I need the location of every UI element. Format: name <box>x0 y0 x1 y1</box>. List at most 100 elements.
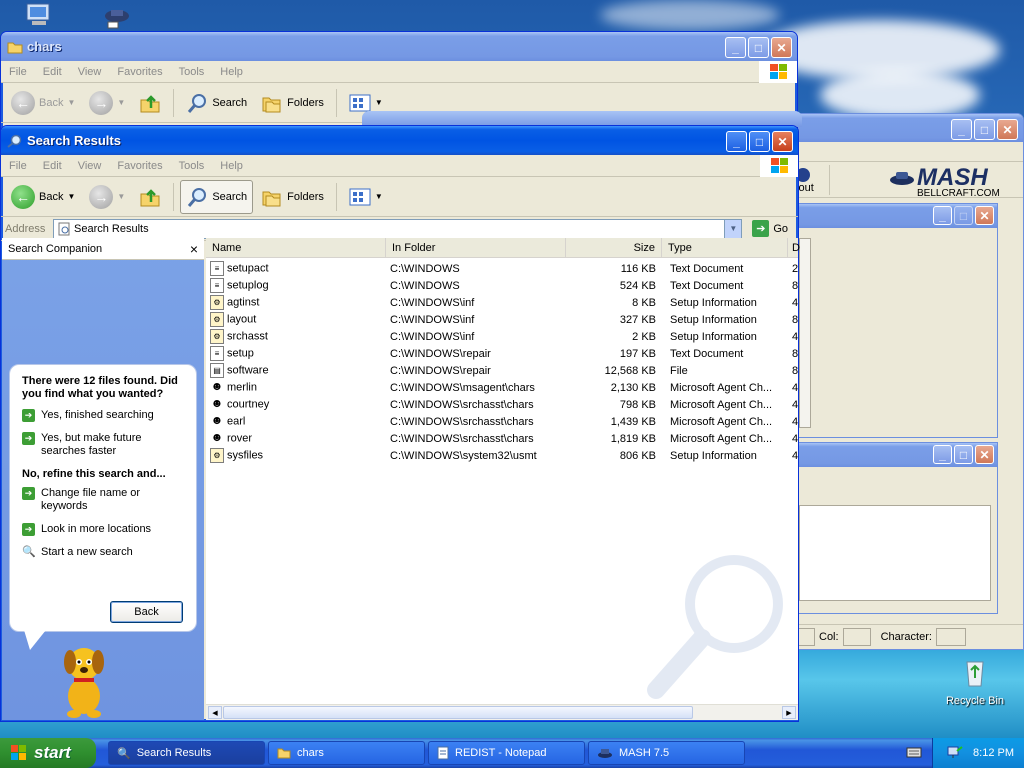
column-size[interactable]: Size <box>566 238 662 257</box>
child2-minimize-button[interactable]: _ <box>933 445 952 464</box>
address-dropdown-chevron-icon[interactable]: ▼ <box>724 219 742 238</box>
mash-child-window-1[interactable]: _ □ ✕ <box>798 203 998 438</box>
cell-type: Text Document <box>670 347 744 360</box>
horizontal-scrollbar[interactable]: ◀ ▶ <box>206 704 798 720</box>
table-row[interactable]: ⚙ sysfiles C:\WINDOWS\system32\usmt 806 KB S… <box>206 447 798 464</box>
menu-file[interactable]: File <box>1 160 35 172</box>
taskbar-search-results[interactable]: 🔍 Search Results <box>108 741 265 765</box>
chars-folders-button[interactable]: Folders <box>255 86 330 120</box>
child2-text-area[interactable] <box>799 505 991 601</box>
column-name[interactable]: Name <box>206 238 386 257</box>
views-button[interactable]: ▼ <box>343 180 389 214</box>
network-tray-icon[interactable] <box>947 745 963 762</box>
network-desktop-icon[interactable] <box>100 6 134 32</box>
table-row[interactable]: ⚙ layout C:\WINDOWS\inf 327 KB Setup Informa… <box>206 311 798 328</box>
address-input[interactable]: Search Results ▼ <box>53 218 743 239</box>
table-row[interactable]: ≡ setupact C:\WINDOWS 116 KB Text Document 2 <box>206 260 798 277</box>
chars-up-button[interactable] <box>133 86 167 120</box>
menu-favorites[interactable]: Favorites <box>109 160 170 172</box>
scroll-left-icon[interactable]: ◀ <box>208 706 222 719</box>
table-row[interactable]: ☻ courtney C:\WINDOWS\srchasst\chars 798 KB… <box>206 396 798 413</box>
chars-menu-file[interactable]: File <box>1 66 35 78</box>
option-change-file-name[interactable]: ➔ Change file name or keywords <box>22 487 184 513</box>
table-row[interactable]: ⚙ agtinst C:\WINDOWS\inf 8 KB Setup Informat… <box>206 294 798 311</box>
taskbar-chars[interactable]: chars <box>268 741 425 765</box>
my-computer-desktop-icon[interactable] <box>22 2 56 30</box>
keyboard-icon[interactable] <box>906 746 922 761</box>
search-maximize-button[interactable]: □ <box>749 131 770 152</box>
cell-date: 8 <box>792 364 798 377</box>
chars-menu-help[interactable]: Help <box>212 66 251 78</box>
recycle-bin-desktop-icon[interactable]: Recycle Bin <box>940 656 1010 712</box>
table-row[interactable]: ☻ rover C:\WINDOWS\srchasst\chars 1,819 KB M… <box>206 430 798 447</box>
folders-button[interactable]: Folders <box>255 180 330 214</box>
chars-close-button[interactable]: ✕ <box>771 37 792 58</box>
search-close-button[interactable]: ✕ <box>772 131 793 152</box>
chars-back-button[interactable]: ← Back ▼ <box>5 86 81 120</box>
table-row[interactable]: ≡ setup C:\WINDOWS\repair 197 KB Text Docume… <box>206 345 798 362</box>
mash-child-window-2[interactable]: _ □ ✕ <box>798 442 998 614</box>
chars-forward-button[interactable]: → ▼ <box>83 86 131 120</box>
option-new-search[interactable]: 🔍 Start a new search <box>22 546 184 559</box>
chars-search-button[interactable]: Search <box>180 86 253 120</box>
up-button[interactable] <box>133 180 167 214</box>
child1-maximize-button[interactable]: □ <box>954 206 973 225</box>
back-button[interactable]: ← Back ▼ <box>5 180 81 214</box>
scroll-right-icon[interactable]: ▶ <box>782 706 796 719</box>
search-companion-close-button[interactable]: × <box>190 241 198 257</box>
table-row[interactable]: ☻ merlin C:\WINDOWS\msagent\chars 2,130 KB M… <box>206 379 798 396</box>
cell-size: 798 KB <box>619 398 656 411</box>
cell-size: 1,439 KB <box>610 415 656 428</box>
child1-close-button[interactable]: ✕ <box>975 206 994 225</box>
column-date[interactable]: D <box>788 238 800 257</box>
taskbar-mash[interactable]: MASH 7.5 <box>588 741 745 765</box>
cell-folder: C:\WINDOWS\msagent\chars <box>390 381 535 394</box>
option-more-locations[interactable]: ➔ Look in more locations <box>22 523 184 536</box>
mash-minimize-button[interactable]: _ <box>951 119 972 140</box>
setup-file-icon: ⚙ <box>210 448 224 463</box>
start-button[interactable]: start <box>0 738 96 768</box>
menu-tools[interactable]: Tools <box>171 160 213 172</box>
setup-file-icon: ⚙ <box>210 295 224 310</box>
search-results-titlebar[interactable]: Search Results _ □ ✕ <box>1 126 798 155</box>
cell-date: 8 <box>792 279 798 292</box>
chars-maximize-button[interactable]: □ <box>748 37 769 58</box>
chars-menu-edit[interactable]: Edit <box>35 66 70 78</box>
forward-button[interactable]: → ▼ <box>83 180 131 214</box>
cell-date: 4 <box>792 398 798 411</box>
chars-minimize-button[interactable]: _ <box>725 37 746 58</box>
companion-back-button[interactable]: Back <box>110 601 183 623</box>
child2-close-button[interactable]: ✕ <box>975 445 994 464</box>
table-row[interactable]: ⚙ srchasst C:\WINDOWS\inf 2 KB Setup Informa… <box>206 328 798 345</box>
clock[interactable]: 8:12 PM <box>973 747 1014 759</box>
cell-folder: C:\WINDOWS\srchasst\chars <box>390 432 534 445</box>
chars-titlebar[interactable]: chars _ □ ✕ <box>1 32 797 61</box>
search-minimize-button[interactable]: _ <box>726 131 747 152</box>
address-label: Address <box>5 222 46 235</box>
go-button[interactable]: ➔ Go <box>746 220 794 237</box>
search-button[interactable]: Search <box>180 179 254 214</box>
menu-view[interactable]: View <box>70 160 110 172</box>
taskbar-notepad[interactable]: REDIST - Notepad <box>428 741 585 765</box>
cell-folder: C:\WINDOWS\srchasst\chars <box>390 415 534 428</box>
option-faster-searches[interactable]: ➔ Yes, but make future searches faster <box>22 432 184 458</box>
child1-minimize-button[interactable]: _ <box>933 206 952 225</box>
mash-close-button[interactable]: ✕ <box>997 119 1018 140</box>
table-row[interactable]: ☻ earl C:\WINDOWS\srchasst\chars 1,439 KB Mi… <box>206 413 798 430</box>
menu-help[interactable]: Help <box>212 160 251 172</box>
column-type[interactable]: Type <box>662 238 788 257</box>
chars-menu-view[interactable]: View <box>70 66 110 78</box>
mash-maximize-button[interactable]: □ <box>974 119 995 140</box>
chars-menu-tools[interactable]: Tools <box>171 66 213 78</box>
menu-edit[interactable]: Edit <box>35 160 70 172</box>
child2-maximize-button[interactable]: □ <box>954 445 973 464</box>
scroll-thumb[interactable] <box>223 706 693 719</box>
chars-menu-favorites[interactable]: Favorites <box>109 66 170 78</box>
option-finished-searching[interactable]: ➔ Yes, finished searching <box>22 409 184 422</box>
mash-titlebar[interactable]: _ □ ✕ <box>781 114 1023 142</box>
table-row[interactable]: ≡ setuplog C:\WINDOWS 524 KB Text Document 8 <box>206 277 798 294</box>
agent-character-icon: ☻ <box>210 414 224 427</box>
table-row[interactable]: ▤ software C:\WINDOWS\repair 12,568 KB File 8 <box>206 362 798 379</box>
column-in-folder[interactable]: In Folder <box>386 238 566 257</box>
rover-dog-icon[interactable] <box>50 640 120 720</box>
